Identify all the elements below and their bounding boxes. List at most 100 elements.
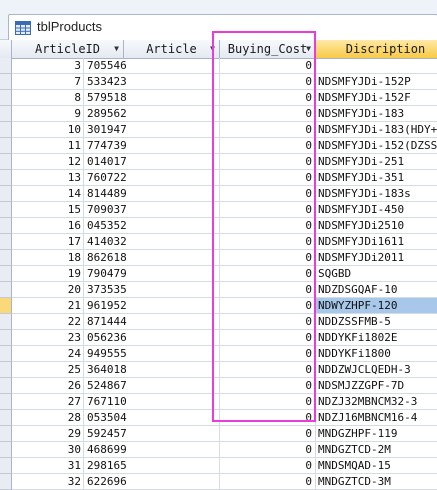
cell-article[interactable]: 056236 [84, 330, 220, 346]
cell-articleid[interactable]: 32 [12, 474, 84, 490]
cell-article[interactable]: 301947 [84, 122, 220, 138]
cell-article[interactable]: 760722 [84, 170, 220, 186]
table-row[interactable]: 8 579518 0 NDSMFYJDi-152F [0, 90, 437, 106]
cell-article[interactable]: 468699 [84, 442, 220, 458]
cell-articleid[interactable]: 21 [12, 298, 84, 314]
cell-article[interactable]: 709037 [84, 202, 220, 218]
dropdown-arrow-icon[interactable]: ▼ [114, 40, 119, 58]
cell-discription[interactable]: NDSMFYJDi-183 [316, 106, 437, 122]
cell-articleid[interactable]: 27 [12, 394, 84, 410]
cell-buying-cost[interactable]: 0 [220, 186, 316, 202]
cell-discription[interactable]: NDDYKFi1802E [316, 330, 437, 346]
cell-discription[interactable]: NDDZSSFMB-5 [316, 314, 437, 330]
cell-articleid[interactable]: 10 [12, 122, 84, 138]
cell-article[interactable]: 289562 [84, 106, 220, 122]
cell-article[interactable]: 871444 [84, 314, 220, 330]
cell-discription[interactable]: MNDGZTCD-2M [316, 442, 437, 458]
cell-article[interactable]: 014017 [84, 154, 220, 170]
record-selector[interactable] [0, 282, 12, 298]
cell-article[interactable]: 373535 [84, 282, 220, 298]
table-row[interactable]: 24 949555 0 NDDYKFi1800 [0, 346, 437, 362]
cell-buying-cost[interactable]: 0 [220, 154, 316, 170]
cell-articleid[interactable]: 28 [12, 410, 84, 426]
table-row[interactable]: 11 774739 0 NDSMFYJDi-152(DZSS) [0, 138, 437, 154]
cell-buying-cost[interactable]: 0 [220, 218, 316, 234]
cell-discription[interactable]: NDSMFYJDI-450 [316, 202, 437, 218]
cell-discription[interactable]: NDSMFYJDi2011 [316, 250, 437, 266]
dropdown-arrow-icon[interactable]: ▼ [306, 40, 311, 58]
record-selector[interactable] [0, 458, 12, 474]
cell-discription[interactable]: NDZJ32MBNCM32-3 [316, 394, 437, 410]
cell-article[interactable]: 774739 [84, 138, 220, 154]
cell-buying-cost[interactable]: 0 [220, 282, 316, 298]
cell-articleid[interactable]: 20 [12, 282, 84, 298]
table-row[interactable]: 7 533423 0 NDSMFYJDi-152P [0, 74, 437, 90]
cell-discription[interactable]: NDSMFYJDi-183(HDY+S [316, 122, 437, 138]
table-row[interactable]: 18 862618 0 NDSMFYJDi2011 [0, 250, 437, 266]
cell-buying-cost[interactable]: 0 [220, 458, 316, 474]
table-row[interactable]: 30 468699 0 MNDGZTCD-2M [0, 442, 437, 458]
cell-articleid[interactable]: 31 [12, 458, 84, 474]
cell-buying-cost[interactable]: 0 [220, 314, 316, 330]
cell-articleid[interactable]: 13 [12, 170, 84, 186]
table-row[interactable]: 25 364018 0 NDDZWJCLQEDH-3 [0, 362, 437, 378]
cell-discription[interactable] [316, 58, 437, 74]
cell-articleid[interactable]: 16 [12, 218, 84, 234]
record-selector[interactable] [0, 362, 12, 378]
select-all-corner[interactable] [0, 40, 12, 58]
table-row[interactable]: 12 014017 0 NDSMFYJDi-251 [0, 154, 437, 170]
cell-articleid[interactable]: 12 [12, 154, 84, 170]
cell-article[interactable]: 414032 [84, 234, 220, 250]
record-selector[interactable] [0, 170, 12, 186]
table-row[interactable]: 9 289562 0 NDSMFYJDi-183 [0, 106, 437, 122]
record-selector[interactable] [0, 346, 12, 362]
cell-discription[interactable]: NDSMFYJDi-152F [316, 90, 437, 106]
record-selector[interactable] [0, 122, 12, 138]
table-row[interactable]: 28 053504 0 NDZJ16MBNCM16-4 [0, 410, 437, 426]
record-selector[interactable] [0, 442, 12, 458]
record-selector[interactable] [0, 394, 12, 410]
record-selector[interactable] [0, 410, 12, 426]
cell-articleid[interactable]: 7 [12, 74, 84, 90]
cell-buying-cost[interactable]: 0 [220, 138, 316, 154]
record-selector[interactable] [0, 314, 12, 330]
cell-discription[interactable]: SQGBD [316, 266, 437, 282]
cell-discription[interactable]: NDSMFYJDi-152(DZSS) [316, 138, 437, 154]
record-selector[interactable] [0, 378, 12, 394]
cell-article[interactable]: 592457 [84, 426, 220, 442]
cell-discription[interactable]: NDSMJZZGPF-7D [316, 378, 437, 394]
record-selector[interactable] [0, 218, 12, 234]
cell-articleid[interactable]: 8 [12, 90, 84, 106]
cell-discription[interactable]: NDSMFYJDi-152P [316, 74, 437, 90]
cell-discription[interactable]: NDSMFYJDi-351 [316, 170, 437, 186]
cell-article[interactable]: 053504 [84, 410, 220, 426]
cell-article[interactable]: 949555 [84, 346, 220, 362]
cell-buying-cost[interactable]: 0 [220, 74, 316, 90]
cell-discription[interactable]: NDZDSGQAF-10 [316, 282, 437, 298]
table-row[interactable]: 20 373535 0 NDZDSGQAF-10 [0, 282, 437, 298]
cell-discription[interactable]: NDZJ16MBNCM16-4 [316, 410, 437, 426]
cell-article[interactable]: 767110 [84, 394, 220, 410]
table-row[interactable]: 17 414032 0 NDSMFYJDi1611 [0, 234, 437, 250]
cell-article[interactable]: 705546 [84, 58, 220, 74]
cell-articleid[interactable]: 30 [12, 442, 84, 458]
cell-discription[interactable]: MNDGZHPF-119 [316, 426, 437, 442]
table-row[interactable]: 23 056236 0 NDDYKFi1802E [0, 330, 437, 346]
cell-discription[interactable]: NDSMFYJDi2510 [316, 218, 437, 234]
table-row[interactable]: 21 961952 0 NDWYZHPF-120 [0, 298, 437, 314]
cell-article[interactable]: 862618 [84, 250, 220, 266]
dropdown-arrow-icon[interactable]: ▼ [210, 40, 215, 58]
record-selector[interactable] [0, 330, 12, 346]
column-header-articleid[interactable]: ArticleID ▼ [12, 40, 124, 58]
column-header-discription[interactable]: Discription [316, 40, 437, 58]
record-selector[interactable] [0, 298, 12, 314]
cell-article[interactable]: 961952 [84, 298, 220, 314]
column-header-article[interactable]: Article ▼ [124, 40, 220, 58]
cell-article[interactable]: 364018 [84, 362, 220, 378]
cell-buying-cost[interactable]: 0 [220, 426, 316, 442]
cell-buying-cost[interactable]: 0 [220, 378, 316, 394]
cell-buying-cost[interactable]: 0 [220, 474, 316, 490]
cell-buying-cost[interactable]: 0 [220, 202, 316, 218]
record-selector[interactable] [0, 474, 12, 490]
cell-articleid[interactable]: 9 [12, 106, 84, 122]
